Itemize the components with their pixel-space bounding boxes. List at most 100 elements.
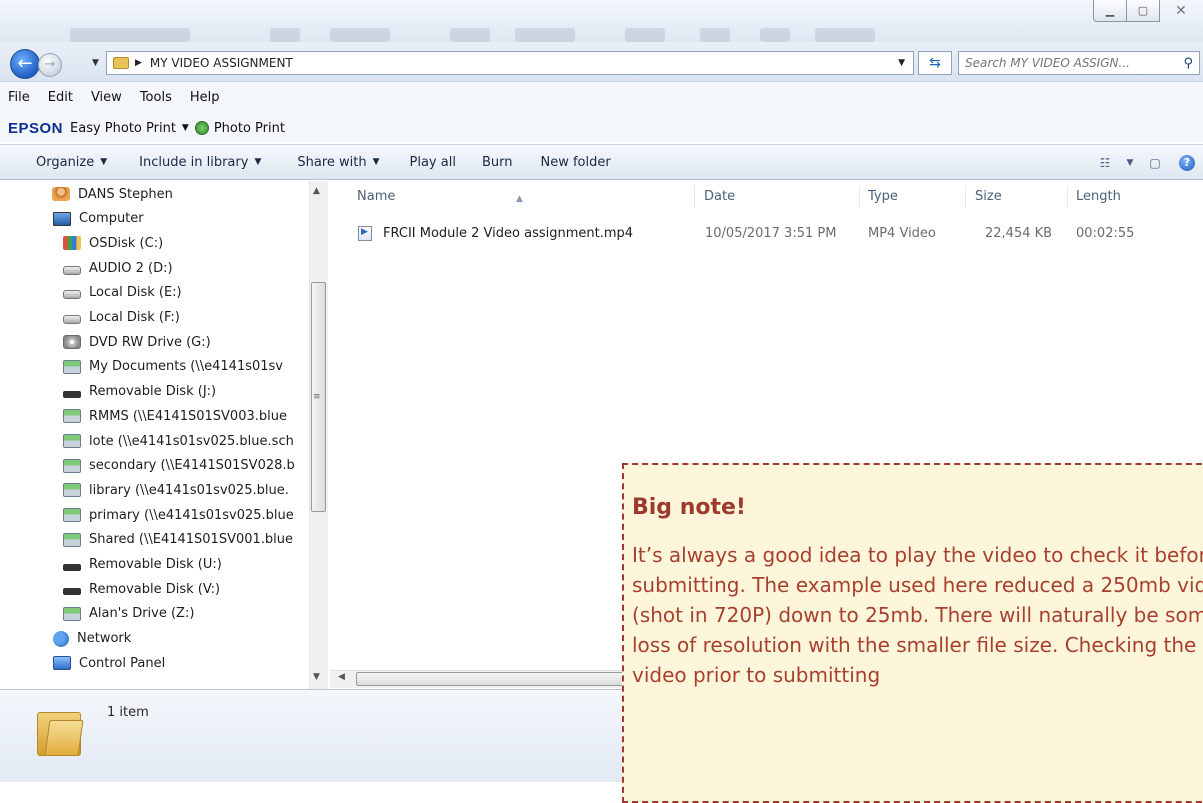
- burn-label: Burn: [481, 154, 513, 170]
- play-all-button[interactable]: Play all: [392, 144, 468, 180]
- nav-item-label: primary (\\e4141s01sv025.blue: [89, 507, 294, 523]
- preview-pane-button[interactable]: ▢: [1139, 151, 1171, 175]
- nav-item[interactable]: Network: [53, 627, 131, 651]
- organize-button[interactable]: Organize ▼: [0, 144, 119, 180]
- search-box[interactable]: ⚲: [958, 51, 1200, 75]
- blurred-taskbar-item: [330, 28, 390, 42]
- nav-item-label: Computer: [79, 211, 144, 227]
- nav-item[interactable]: RMMS (\\E4141S01SV003.blue: [63, 404, 287, 428]
- nav-item[interactable]: Removable Disk (U:): [63, 553, 222, 577]
- column-header-name[interactable]: Name: [357, 189, 395, 204]
- menu-edit[interactable]: Edit: [39, 90, 82, 110]
- nav-item[interactable]: AUDIO 2 (D:): [63, 256, 173, 280]
- network-drive-icon: [63, 409, 81, 424]
- scroll-left-icon[interactable]: ◀: [338, 672, 345, 682]
- easy-photo-print-button[interactable]: Easy Photo Print: [70, 121, 176, 136]
- nav-item-label: Local Disk (F:): [89, 310, 180, 325]
- menu-help[interactable]: Help: [181, 90, 229, 110]
- nav-item[interactable]: Removable Disk (V:): [63, 577, 220, 601]
- share-with-button[interactable]: Share with ▼: [273, 144, 391, 180]
- back-arrow-icon: ←: [17, 53, 33, 74]
- new-folder-button[interactable]: New folder: [524, 144, 622, 180]
- forward-button[interactable]: →: [38, 53, 62, 77]
- address-box[interactable]: ▶ MY VIDEO ASSIGNMENT ▼: [106, 51, 914, 75]
- nav-item-label: Network: [77, 631, 132, 647]
- breadcrumb-path[interactable]: MY VIDEO ASSIGNMENT: [150, 56, 293, 70]
- column-divider[interactable]: [694, 186, 695, 208]
- sort-ascending-icon: ▲: [516, 194, 523, 204]
- nav-item[interactable]: Computer: [53, 207, 144, 231]
- photo-print-button[interactable]: Photo Print: [214, 121, 285, 136]
- nav-item[interactable]: secondary (\\E4141S01SV028.b: [63, 454, 295, 478]
- minimize-button[interactable]: ▁: [1093, 0, 1127, 22]
- nav-item-label: secondary (\\E4141S01SV028.b: [89, 458, 295, 474]
- search-icon[interactable]: ⚲: [1183, 56, 1193, 71]
- view-list-icon: ☷: [1099, 156, 1111, 170]
- item-count: 1 item: [107, 705, 149, 720]
- column-header-type[interactable]: Type: [868, 189, 898, 204]
- note-title: Big note!: [632, 495, 746, 520]
- folder-icon: [37, 708, 84, 756]
- maximize-button[interactable]: ▢: [1126, 0, 1160, 22]
- preview-pane-icon: ▢: [1149, 156, 1161, 170]
- menu-view[interactable]: View: [82, 90, 131, 110]
- column-divider[interactable]: [859, 186, 860, 208]
- blurred-taskbar-item: [270, 28, 300, 42]
- blurred-taskbar-item: [625, 28, 665, 42]
- table-row[interactable]: FRCII Module 2 Video assignment.mp4 10/0…: [355, 222, 1203, 246]
- help-button[interactable]: ?: [1171, 151, 1203, 175]
- view-dropdown-icon[interactable]: ▼: [1121, 151, 1139, 175]
- photo-print-icon: [194, 121, 209, 135]
- network-drive-icon: [63, 359, 81, 374]
- burn-button[interactable]: Burn: [468, 144, 525, 180]
- network-drive-icon: [63, 508, 81, 523]
- nav-item-label: DANS Stephen: [78, 186, 173, 202]
- nav-item[interactable]: Removable Disk (J:): [63, 380, 216, 404]
- easy-photo-print-dropdown-icon[interactable]: ▼: [182, 123, 189, 133]
- nav-item[interactable]: My Documents (\\e4141s01sv: [63, 355, 283, 379]
- refresh-button[interactable]: ⇆: [918, 51, 952, 75]
- search-input[interactable]: [965, 56, 1165, 70]
- nav-item[interactable]: DVD RW Drive (G:): [63, 330, 211, 354]
- blurred-taskbar-item: [450, 28, 490, 42]
- nav-item[interactable]: primary (\\e4141s01sv025.blue: [63, 503, 294, 527]
- column-divider[interactable]: [965, 186, 966, 208]
- column-header-size[interactable]: Size: [975, 189, 1002, 204]
- forward-arrow-icon: →: [44, 57, 56, 72]
- menu-tools[interactable]: Tools: [131, 90, 181, 110]
- chevron-down-icon: ▼: [100, 157, 108, 167]
- menu-file[interactable]: File: [0, 90, 39, 110]
- column-divider[interactable]: [1067, 186, 1068, 208]
- back-button[interactable]: ←: [10, 49, 40, 79]
- address-dropdown-icon[interactable]: ▼: [898, 58, 905, 68]
- nav-item-label: Control Panel: [79, 655, 166, 671]
- nav-item-label: library (\\e4141s01sv025.blue.: [89, 482, 289, 498]
- epson-toolbar: EPSON Easy Photo Print ▼ Photo Print: [8, 117, 285, 139]
- nav-item-label: Removable Disk (J:): [89, 384, 217, 400]
- nav-item[interactable]: library (\\e4141s01sv025.blue.: [63, 478, 289, 502]
- window-title-bar: ▁ ▢ ✕: [0, 0, 1203, 42]
- change-view-button[interactable]: ☷: [1089, 151, 1121, 175]
- horizontal-scrollbar-thumb[interactable]: [356, 672, 656, 686]
- nav-item[interactable]: Shared (\\E4141S01SV001.blue: [63, 528, 293, 552]
- address-row: ← → ▼ ▶ MY VIDEO ASSIGNMENT ▼ ⇆ ⚲: [0, 42, 1203, 82]
- removable-disk-icon: [63, 588, 81, 596]
- file-name[interactable]: FRCII Module 2 Video assignment.mp4: [383, 226, 633, 241]
- help-icon: ?: [1179, 155, 1195, 171]
- nav-item[interactable]: Local Disk (E:): [63, 281, 182, 305]
- nav-item[interactable]: Alan's Drive (Z:): [63, 602, 194, 626]
- nav-item[interactable]: OSDisk (C:): [63, 231, 163, 255]
- column-header-length[interactable]: Length: [1076, 189, 1121, 204]
- breadcrumb-arrow-icon[interactable]: ▶: [135, 58, 142, 68]
- scroll-up-icon[interactable]: ▲: [313, 186, 320, 196]
- nav-item[interactable]: Control Panel: [53, 651, 165, 675]
- file-type: MP4 Video: [868, 226, 936, 241]
- nav-item[interactable]: Local Disk (F:): [63, 306, 180, 330]
- include-in-library-button[interactable]: Include in library ▼: [119, 144, 273, 180]
- close-button[interactable]: ✕: [1159, 0, 1203, 22]
- history-dropdown-icon[interactable]: ▼: [92, 58, 99, 68]
- nav-item[interactable]: DANS Stephen: [52, 182, 173, 206]
- column-header-date[interactable]: Date: [704, 189, 735, 204]
- scroll-down-icon[interactable]: ▼: [313, 672, 320, 682]
- nav-item[interactable]: lote (\\e4141s01sv025.blue.sch: [63, 429, 294, 453]
